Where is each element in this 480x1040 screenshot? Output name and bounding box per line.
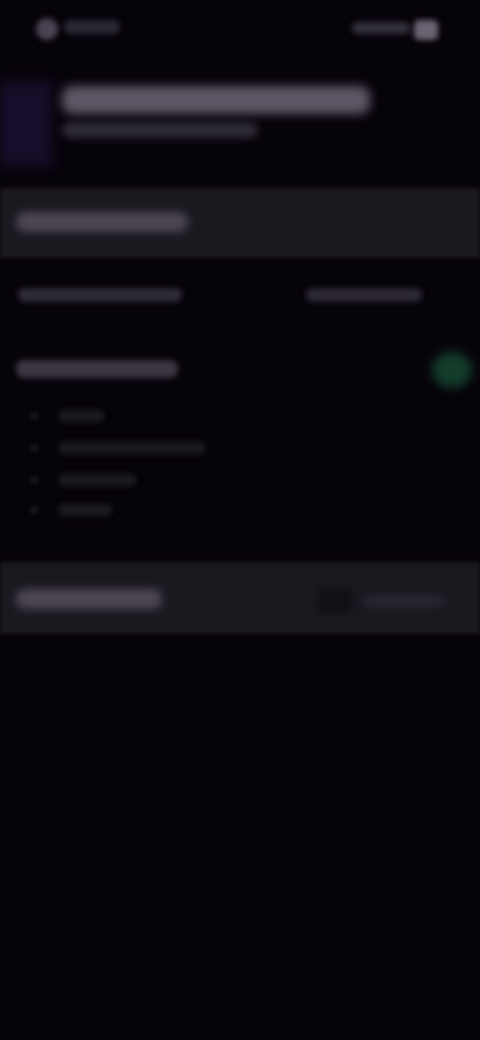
header-accent: [0, 82, 52, 166]
bullet-icon: [30, 444, 38, 452]
setting-row[interactable]: [0, 276, 480, 316]
section-panel-bottom-label: [16, 589, 162, 609]
section-panel-top[interactable]: [0, 188, 480, 258]
section-panel-top-label: [16, 212, 188, 232]
page-subtitle: [62, 122, 258, 138]
chip-label: [364, 595, 444, 607]
bullet-icon: [30, 506, 38, 514]
list-item[interactable]: [58, 504, 112, 516]
bullet-icon: [30, 476, 38, 484]
status-right-text: [352, 22, 410, 34]
battery-icon: [414, 20, 438, 40]
section-panel-bottom[interactable]: [0, 562, 480, 634]
page-header: [0, 64, 480, 174]
page-title: [62, 86, 370, 114]
bullet-icon: [30, 412, 38, 420]
list-item[interactable]: [58, 474, 136, 486]
status-bar: [0, 0, 480, 56]
chip-icon[interactable]: [318, 588, 352, 614]
list-item[interactable]: [58, 442, 206, 454]
setting-row-value: [306, 288, 422, 302]
list-item[interactable]: [58, 410, 104, 422]
toggle-switch-icon[interactable]: [432, 352, 472, 388]
toggle-row-label: [16, 360, 178, 378]
setting-row-label: [18, 288, 182, 302]
app-icon: [36, 18, 58, 40]
status-left-text: [64, 20, 120, 34]
option-list: [0, 402, 480, 532]
toggle-row[interactable]: [0, 348, 480, 388]
